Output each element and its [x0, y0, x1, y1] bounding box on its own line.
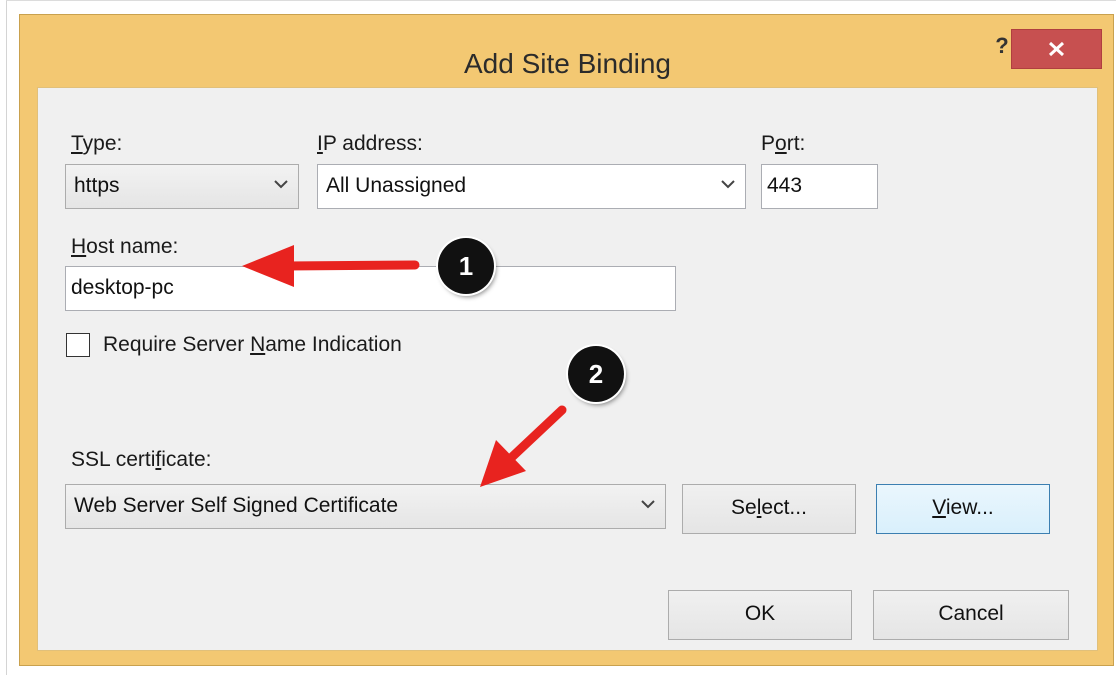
- background-border-top: [6, 0, 1116, 1]
- ip-address-value: All Unassigned: [326, 174, 467, 197]
- host-name-input[interactable]: desktop-pc: [65, 266, 676, 311]
- port-value: 443: [767, 174, 803, 197]
- host-name-label: Host name:: [71, 235, 179, 258]
- close-icon: [1048, 41, 1065, 57]
- chevron-down-icon: [721, 180, 735, 189]
- ip-address-dropdown[interactable]: All Unassigned: [317, 164, 746, 209]
- background-border: [6, 0, 7, 675]
- type-value: https: [74, 174, 120, 197]
- ssl-certificate-dropdown[interactable]: Web Server Self Signed Certificate: [65, 484, 666, 529]
- view-certificate-button[interactable]: View...: [876, 484, 1050, 534]
- require-sni-checkbox[interactable]: [66, 333, 90, 357]
- type-label: Type:: [71, 132, 123, 155]
- port-input[interactable]: 443: [761, 164, 878, 209]
- host-name-value: desktop-pc: [71, 276, 174, 299]
- close-button[interactable]: [1011, 29, 1102, 69]
- screenshot-canvas: Add Site Binding ? Type: https IP addres…: [0, 0, 1116, 675]
- ssl-certificate-label: SSL certificate:: [71, 448, 212, 471]
- cancel-button[interactable]: Cancel: [873, 590, 1069, 640]
- annotation-badge-2: 2: [568, 346, 624, 402]
- require-sni-label[interactable]: Require Server Name Indication: [103, 333, 402, 357]
- cancel-label: Cancel: [938, 602, 1004, 625]
- port-label: Port:: [761, 132, 806, 155]
- select-certificate-button[interactable]: Select...: [682, 484, 856, 534]
- ip-address-label: IP address:: [317, 132, 423, 155]
- ssl-certificate-value: Web Server Self Signed Certificate: [74, 494, 399, 517]
- add-site-binding-dialog: Add Site Binding ? Type: https IP addres…: [19, 14, 1114, 666]
- type-dropdown[interactable]: https: [65, 164, 299, 209]
- ok-button[interactable]: OK: [668, 590, 852, 640]
- chevron-down-icon: [274, 180, 288, 189]
- dialog-title: Add Site Binding: [463, 48, 672, 79]
- ok-label: OK: [744, 602, 776, 625]
- annotation-badge-1: 1: [438, 238, 494, 294]
- chevron-down-icon: [641, 500, 655, 509]
